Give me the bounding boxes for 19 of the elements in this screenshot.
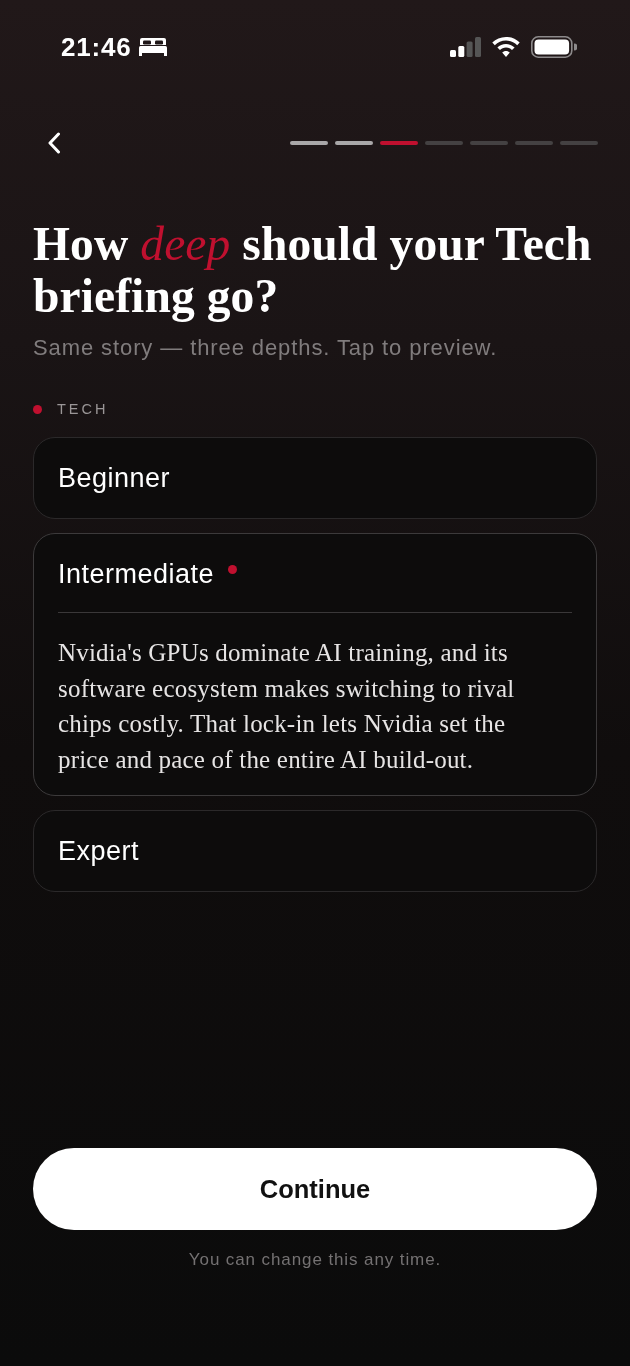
back-icon[interactable] bbox=[47, 132, 61, 154]
option-label: Beginner bbox=[58, 462, 171, 495]
preview-text: Nvidia's GPUs dominate AI training, and its software ecosystem makes switching to rival chips costly. That lock-in lets Nvidia set the price and pace of the entire AI build-out. bbox=[58, 638, 516, 775]
dot-icon bbox=[33, 404, 42, 414]
option-label: Intermediate bbox=[58, 558, 215, 591]
signal-icon bbox=[450, 37, 481, 57]
option-label: Expert bbox=[58, 835, 140, 868]
status-time: 21:46 bbox=[61, 31, 132, 63]
subtitle: Same story — three depths. Tap to preview. bbox=[33, 335, 499, 361]
option-card[interactable]: Beginner bbox=[33, 437, 597, 519]
page-title: How deep should your Tech briefing go? bbox=[33, 218, 593, 322]
bed-icon bbox=[138, 38, 167, 56]
section-label: TECH bbox=[57, 400, 109, 418]
continue-button[interactable]: Continue bbox=[33, 1148, 597, 1230]
wifi-icon bbox=[492, 37, 520, 57]
footnote: You can change this any time. bbox=[187, 1250, 443, 1270]
option-card[interactable]: Expert bbox=[33, 810, 597, 892]
battery-icon bbox=[531, 36, 577, 58]
option-card[interactable]: Intermediate Nvidia's GPUs dominate AI training, and its software ecosystem makes switching to rival chips costly. That lock-in lets Nvidia set the price and pace of the entire AI build-out. bbox=[33, 533, 597, 796]
